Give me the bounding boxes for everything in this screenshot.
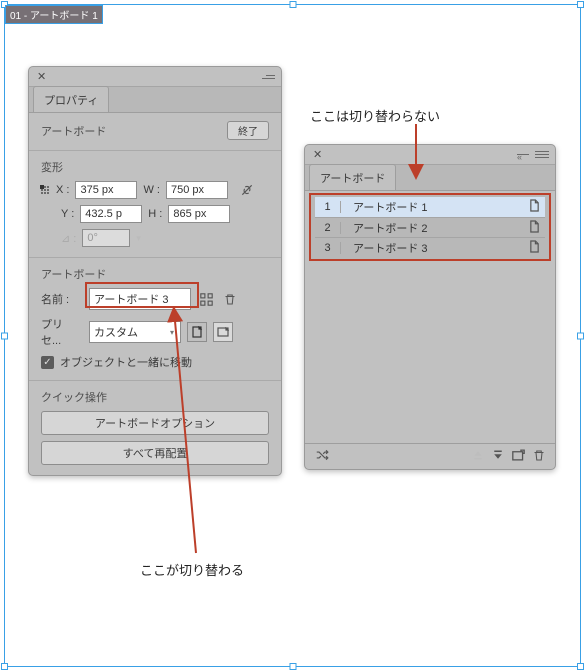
w-input[interactable]: 750 px <box>166 181 228 199</box>
resize-handle[interactable] <box>577 332 584 339</box>
artboard-list-row[interactable]: 3アートボード 3 <box>315 237 545 257</box>
row-name: アートボード 1 <box>341 199 523 215</box>
link-icon[interactable] <box>238 181 256 199</box>
h-input[interactable]: 865 px <box>168 205 230 223</box>
artboard-name-input[interactable]: アートボード 3 <box>89 288 191 310</box>
tab-artboards[interactable]: アートボード <box>309 164 396 190</box>
annotation-bottom: ここが切り替わる <box>140 560 244 579</box>
reference-point-grid[interactable] <box>41 186 50 195</box>
artboard-options-button[interactable]: アートボードオプション <box>41 411 269 435</box>
artboard-list-highlight: 1アートボード 12アートボード 23アートボード 3 <box>309 193 551 261</box>
panel-menu-icon[interactable] <box>535 151 549 158</box>
done-button[interactable]: 終了 <box>227 121 269 140</box>
chevron-down-icon: ▾ <box>136 233 141 244</box>
resize-handle[interactable] <box>289 1 296 8</box>
panel-footer <box>305 443 555 469</box>
trash-icon[interactable] <box>533 449 545 465</box>
artboards-panel: ✕ « アートボード 1アートボード 12アートボード 23アートボード 3 <box>304 144 556 470</box>
row-number: 1 <box>315 201 341 213</box>
artboard-list-row[interactable]: 1アートボード 1 <box>315 197 545 217</box>
artboard-list-row[interactable]: 2アートボード 2 <box>315 217 545 237</box>
checkbox-checked-icon: ✓ <box>41 356 54 369</box>
resize-handle[interactable] <box>577 663 584 670</box>
row-number: 3 <box>315 242 341 254</box>
page-icon[interactable] <box>523 240 545 256</box>
chevron-down-icon: ▾ <box>170 328 174 337</box>
panel-collapse-icon[interactable] <box>261 75 275 79</box>
trash-icon[interactable] <box>221 290 239 308</box>
resize-handle[interactable] <box>289 663 296 670</box>
angle-input: 0° <box>82 229 130 247</box>
w-label: W : <box>143 184 160 196</box>
x-label: X : <box>56 184 69 196</box>
x-input[interactable]: 375 px <box>75 181 137 199</box>
resize-handle[interactable] <box>577 1 584 8</box>
move-with-objects-checkbox[interactable]: ✓ オブジェクトと一緒に移動 <box>41 354 192 370</box>
section-title: 変形 <box>41 159 63 175</box>
orientation-portrait-button[interactable] <box>187 322 207 342</box>
h-label: H : <box>148 208 162 220</box>
panel-collapse-icon[interactable]: « <box>515 154 529 155</box>
move-with-objects-label: オブジェクトと一緒に移動 <box>60 354 192 370</box>
resize-handle[interactable] <box>1 663 8 670</box>
y-label: Y : <box>61 208 74 220</box>
section-title: クイック操作 <box>41 389 107 405</box>
row-name: アートボード 2 <box>341 220 523 236</box>
resize-handle[interactable] <box>1 332 8 339</box>
page-icon[interactable] <box>523 220 545 236</box>
y-input[interactable]: 432.5 p <box>80 205 142 223</box>
close-icon[interactable]: ✕ <box>37 70 46 83</box>
page-icon[interactable] <box>523 199 545 215</box>
orientation-landscape-button[interactable] <box>213 322 233 342</box>
move-down-icon[interactable] <box>492 449 504 465</box>
row-name: アートボード 3 <box>341 240 523 256</box>
row-number: 2 <box>315 222 341 234</box>
tab-properties[interactable]: プロパティ <box>33 86 109 112</box>
move-up-icon[interactable] <box>472 449 484 465</box>
shuffle-icon[interactable] <box>315 448 329 465</box>
canvas-tag: 01 - アートボード 1 <box>5 5 103 24</box>
new-artboard-icon[interactable] <box>512 449 525 465</box>
section-title: アートボード <box>41 266 106 282</box>
preset-label: プリセ... <box>41 316 83 348</box>
preset-dropdown[interactable]: カスタム ▾ <box>89 321 181 343</box>
grid-icon[interactable] <box>197 290 215 308</box>
name-label: 名前 : <box>41 291 83 307</box>
annotation-top: ここは切り替わらない <box>310 106 440 125</box>
preset-value: カスタム <box>94 324 138 340</box>
section-title: アートボード <box>41 123 106 139</box>
properties-panel: ✕ プロパティ アートボード 終了 変形 X : 375 px W : 750 … <box>28 66 282 476</box>
close-icon[interactable]: ✕ <box>313 148 322 161</box>
rearrange-all-button[interactable]: すべて再配置 <box>41 441 269 465</box>
angle-label: ⊿ : <box>61 232 76 245</box>
